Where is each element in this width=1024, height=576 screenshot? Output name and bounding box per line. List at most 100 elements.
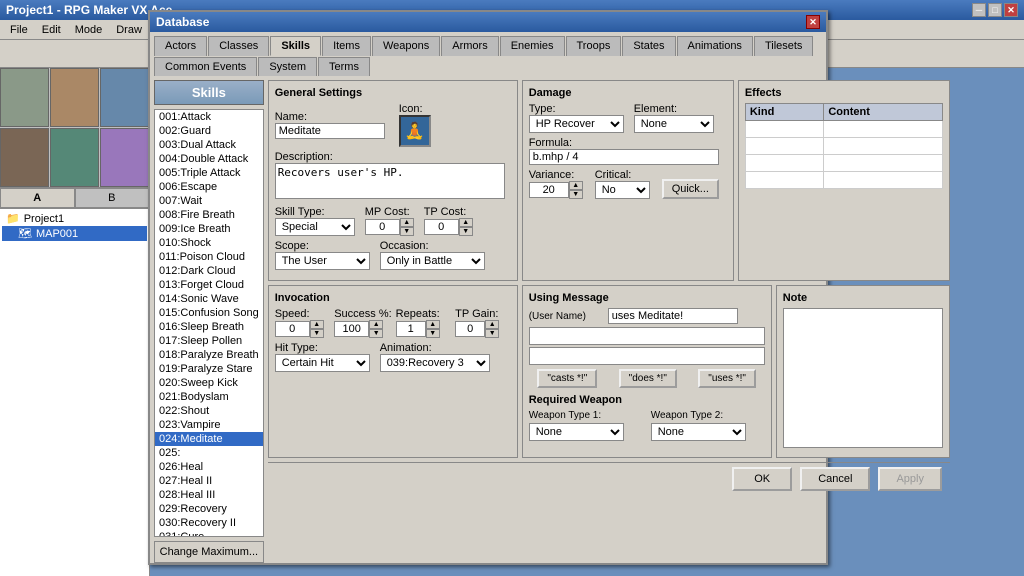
menu-file[interactable]: File [4, 23, 34, 37]
tree-map[interactable]: 🗺 MAP001 [2, 226, 147, 241]
skill-004[interactable]: 004:Double Attack [155, 152, 263, 166]
skill-019[interactable]: 019:Paralyze Stare [155, 362, 263, 376]
success-down[interactable]: ▼ [369, 329, 383, 338]
casts-button[interactable]: "casts *!" [537, 369, 597, 388]
note-textarea[interactable] [783, 308, 943, 448]
tab-a[interactable]: A [0, 188, 75, 208]
skill-027[interactable]: 027:Heal II [155, 474, 263, 488]
tab-enemies[interactable]: Enemies [500, 36, 565, 56]
menu-edit[interactable]: Edit [36, 23, 67, 37]
skill-020[interactable]: 020:Sweep Kick [155, 376, 263, 390]
tab-armors[interactable]: Armors [441, 36, 498, 56]
speed-input[interactable] [275, 321, 310, 337]
skill-025[interactable]: 025: [155, 446, 263, 460]
element-select[interactable]: None Fire Ice [634, 115, 714, 133]
name-input[interactable] [275, 123, 385, 139]
tab-b[interactable]: B [75, 188, 150, 208]
tp-gain-input[interactable] [455, 321, 485, 337]
tab-states[interactable]: States [622, 36, 675, 56]
tab-actors[interactable]: Actors [154, 36, 207, 56]
ok-button[interactable]: OK [732, 467, 792, 491]
critical-select[interactable]: No Yes [595, 181, 650, 199]
effects-kind-1[interactable] [745, 121, 824, 138]
skill-029[interactable]: 029:Recovery [155, 502, 263, 516]
skill-021[interactable]: 021:Bodyslam [155, 390, 263, 404]
tp-cost-up[interactable]: ▲ [459, 218, 473, 227]
skill-010[interactable]: 010:Shock [155, 236, 263, 250]
does-button[interactable]: "does *!" [619, 369, 677, 388]
tp-gain-down[interactable]: ▼ [485, 329, 499, 338]
effects-content-1[interactable] [824, 121, 943, 138]
tab-troops[interactable]: Troops [566, 36, 622, 56]
skill-017[interactable]: 017:Sleep Pollen [155, 334, 263, 348]
skill-003[interactable]: 003:Dual Attack [155, 138, 263, 152]
repeats-input[interactable] [396, 321, 426, 337]
tab-weapons[interactable]: Weapons [372, 36, 440, 56]
skill-011[interactable]: 011:Poison Cloud [155, 250, 263, 264]
skill-012[interactable]: 012:Dark Cloud [155, 264, 263, 278]
damage-type-select[interactable]: None HP Damage MP Damage HP Recover MP R… [529, 115, 624, 133]
variance-down[interactable]: ▼ [569, 190, 583, 199]
skill-015[interactable]: 015:Confusion Song [155, 306, 263, 320]
mp-cost-up[interactable]: ▲ [400, 218, 414, 227]
success-input[interactable] [334, 321, 369, 337]
hit-type-select[interactable]: Certain Hit Physical Attack Magical Atta… [275, 354, 370, 372]
skill-026[interactable]: 026:Heal [155, 460, 263, 474]
skill-024[interactable]: 024:Meditate [155, 432, 263, 446]
tree-project[interactable]: 📁 Project1 [2, 211, 147, 226]
skills-list[interactable]: 001:Attack 002:Guard 003:Dual Attack 004… [154, 109, 264, 537]
tab-system[interactable]: System [258, 57, 317, 76]
using-msg-line3-input[interactable] [529, 347, 765, 365]
mp-cost-input[interactable] [365, 219, 400, 235]
skill-013[interactable]: 013:Forget Cloud [155, 278, 263, 292]
db-close-btn[interactable]: ✕ [806, 15, 820, 29]
tp-gain-up[interactable]: ▲ [485, 320, 499, 329]
using-msg-line2-input[interactable] [529, 327, 765, 345]
variance-input[interactable] [529, 182, 569, 198]
repeats-up[interactable]: ▲ [426, 320, 440, 329]
repeats-down[interactable]: ▼ [426, 329, 440, 338]
skill-002[interactable]: 002:Guard [155, 124, 263, 138]
skill-028[interactable]: 028:Heal III [155, 488, 263, 502]
speed-up[interactable]: ▲ [310, 320, 324, 329]
skill-018[interactable]: 018:Paralyze Breath [155, 348, 263, 362]
using-msg-line1[interactable] [608, 308, 738, 324]
skill-type-select[interactable]: Special Magic None [275, 218, 355, 236]
scope-select[interactable]: The User One Enemy All Enemies One Ally … [275, 252, 370, 270]
skill-022[interactable]: 022:Shout [155, 404, 263, 418]
icon-box[interactable]: 🧘 [399, 115, 431, 147]
mp-cost-down[interactable]: ▼ [400, 227, 414, 236]
skill-009[interactable]: 009:Ice Breath [155, 222, 263, 236]
tab-common-events[interactable]: Common Events [154, 57, 257, 76]
tp-cost-input[interactable] [424, 219, 459, 235]
minimize-btn[interactable]: ─ [972, 3, 986, 17]
skill-014[interactable]: 014:Sonic Wave [155, 292, 263, 306]
weapon-type1-select[interactable]: None Sword Axe [529, 423, 624, 441]
weapon-type2-select[interactable]: None Sword Axe [651, 423, 746, 441]
tab-classes[interactable]: Classes [208, 36, 269, 56]
quick-button[interactable]: Quick... [662, 179, 719, 199]
skill-007[interactable]: 007:Wait [155, 194, 263, 208]
occasion-select[interactable]: Only in Battle Only in Menu Always Never [380, 252, 485, 270]
skill-030[interactable]: 030:Recovery II [155, 516, 263, 530]
change-max-button[interactable]: Change Maximum... [154, 541, 264, 563]
speed-down[interactable]: ▼ [310, 329, 324, 338]
tab-terms[interactable]: Terms [318, 57, 370, 76]
maximize-btn[interactable]: □ [988, 3, 1002, 17]
formula-input[interactable] [529, 149, 719, 165]
success-up[interactable]: ▲ [369, 320, 383, 329]
skill-001[interactable]: 001:Attack [155, 110, 263, 124]
skill-005[interactable]: 005:Triple Attack [155, 166, 263, 180]
tab-animations[interactable]: Animations [677, 36, 753, 56]
animation-select[interactable]: 039:Recovery 3 None 001:Attack [380, 354, 490, 372]
skill-006[interactable]: 006:Escape [155, 180, 263, 194]
uses-button[interactable]: "uses *!" [698, 369, 756, 388]
variance-up[interactable]: ▲ [569, 181, 583, 190]
skill-031[interactable]: 031:Cure [155, 530, 263, 537]
close-btn[interactable]: ✕ [1004, 3, 1018, 17]
cancel-button[interactable]: Cancel [800, 467, 870, 491]
skill-016[interactable]: 016:Sleep Breath [155, 320, 263, 334]
tab-skills[interactable]: Skills [270, 36, 321, 56]
menu-mode[interactable]: Mode [69, 23, 109, 37]
tp-cost-down[interactable]: ▼ [459, 227, 473, 236]
